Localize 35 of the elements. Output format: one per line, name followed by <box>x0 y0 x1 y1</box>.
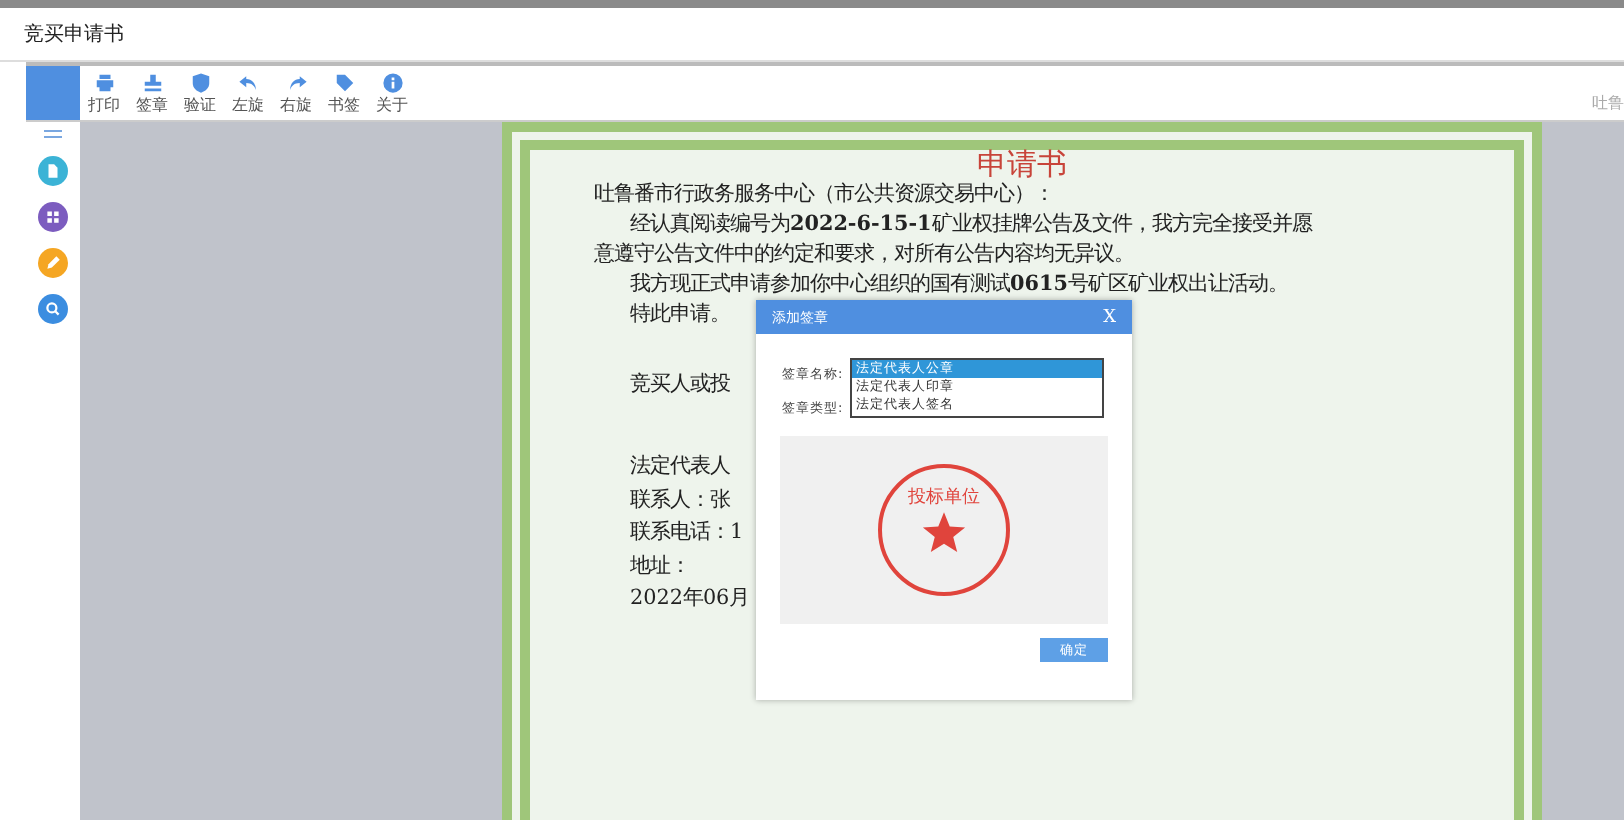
document-line: 经认真阅读编号为2022-6-15-1矿业权挂牌公告及文件，我方完全接受并愿 <box>630 210 1312 240</box>
tag-icon <box>333 72 355 94</box>
toolbar-button[interactable]: 书签 <box>320 66 368 120</box>
toolbar-button[interactable]: 签章 <box>128 66 176 120</box>
document-line: 地址： <box>630 551 690 581</box>
document-line: 联系人：张 <box>630 485 730 515</box>
stamp-drawing: 投标单位 <box>878 464 1010 596</box>
document-title: 申请书 <box>975 150 1069 180</box>
document-line: 法定代表人 <box>630 452 730 482</box>
grid-icon[interactable] <box>38 202 68 232</box>
document-line: 2022年06月 <box>630 584 750 614</box>
file-icon[interactable] <box>38 156 68 186</box>
toolbar-button[interactable]: 验证 <box>176 66 224 120</box>
toolbar-text: 吐鲁 <box>1592 92 1624 116</box>
toolbar-button[interactable]: 打印 <box>80 66 128 120</box>
pencil-icon[interactable] <box>38 248 68 278</box>
stamp-icon <box>141 72 163 94</box>
document-line: 竞买人或投 <box>630 370 730 400</box>
info-icon <box>381 72 403 94</box>
toolbar-button[interactable]: 关于 <box>368 66 416 120</box>
document-line: 我方现正式申请参加你中心组织的国有测试0615号矿区矿业权出让活动。 <box>630 270 1288 300</box>
shield-icon <box>189 72 211 94</box>
document-line: 特此申请。 <box>630 300 730 330</box>
rotate-right-icon <box>285 72 307 94</box>
print-icon <box>93 72 115 94</box>
document-line: 意遵守公告文件中的约定和要求，对所有公告内容均无异议。 <box>594 240 1134 270</box>
document-line: 吐鲁番市行政务服务中心（市公共资源交易中心）： <box>594 180 1054 210</box>
menu-icon[interactable] <box>44 130 62 140</box>
toolbar-button[interactable]: 右旋 <box>272 66 320 120</box>
toolbar-button[interactable]: 左旋 <box>224 66 272 120</box>
window-title: 竞买申请书 <box>24 21 124 48</box>
document-line: 联系电话：1 <box>630 518 744 548</box>
search-icon[interactable] <box>38 294 68 324</box>
rotate-left-icon <box>237 72 259 94</box>
corner-block <box>26 66 80 120</box>
